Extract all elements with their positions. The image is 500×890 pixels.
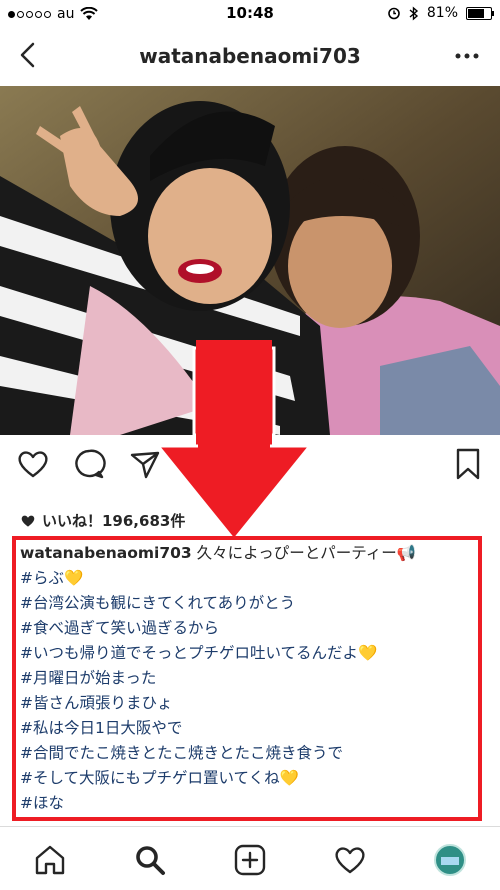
add-icon[interactable]: [233, 843, 267, 877]
hashtag-line[interactable]: #月曜日が始まった: [20, 666, 480, 691]
hashtag-line[interactable]: #ほな: [20, 791, 480, 816]
nav-bar: watanabenaomi703: [0, 28, 500, 87]
send-icon[interactable]: [128, 447, 162, 481]
status-bar: au 10:48 81%: [0, 0, 500, 28]
hashtag-line[interactable]: #食べ過ぎて笑い過ぎるから: [20, 616, 480, 641]
hashtag-line[interactable]: #そして大阪にもプチゲロ置いてくね💛: [20, 766, 480, 791]
likes-label: いいね！196,683件: [42, 512, 186, 530]
hashtag-line[interactable]: #台湾公演も観にきてくれてありがとう: [20, 591, 480, 616]
heart-icon[interactable]: [16, 447, 50, 481]
battery-percent: 81%: [426, 5, 458, 21]
caption-text: 久々によっぴーとパーティー📢: [196, 544, 417, 562]
home-icon[interactable]: [33, 843, 67, 877]
bluetooth-icon: [409, 5, 418, 21]
hashtag-line[interactable]: #私は今日1日大阪やで: [20, 716, 480, 741]
hashtag-line[interactable]: #合間でたこ焼きとたこ焼きとたこ焼き食うで: [20, 741, 480, 766]
hashtag-line[interactable]: #らぶ💛: [20, 566, 480, 591]
caption-username[interactable]: watanabenaomi703: [20, 544, 192, 562]
post-actions: [0, 447, 500, 489]
more-dots-icon[interactable]: [452, 44, 482, 68]
heart-icon: [21, 515, 35, 527]
bookmark-icon[interactable]: [455, 447, 481, 481]
search-icon[interactable]: [133, 843, 167, 877]
hashtag-line[interactable]: #いつも帰り道でそっとプチゲロ吐いてるんだよ💛: [20, 641, 480, 666]
battery-icon: [466, 6, 494, 20]
tab-bar: [0, 826, 500, 890]
battery-level: [468, 8, 484, 18]
comment-icon[interactable]: [72, 447, 106, 481]
status-right: 81%: [387, 5, 494, 21]
post-caption: watanabenaomi703 久々によっぴーとパーティー📢 #らぶ💛 #台湾…: [20, 541, 480, 816]
caption-first-line: watanabenaomi703 久々によっぴーとパーティー📢: [20, 541, 480, 566]
activity-heart-icon[interactable]: [333, 843, 367, 877]
likes-count[interactable]: いいね！196,683件: [20, 510, 185, 531]
page-title: watanabenaomi703: [139, 44, 361, 68]
alarm-icon: [388, 7, 400, 20]
avatar[interactable]: [433, 843, 467, 877]
hashtag-line[interactable]: #皆さん頑張りまひょ: [20, 691, 480, 716]
